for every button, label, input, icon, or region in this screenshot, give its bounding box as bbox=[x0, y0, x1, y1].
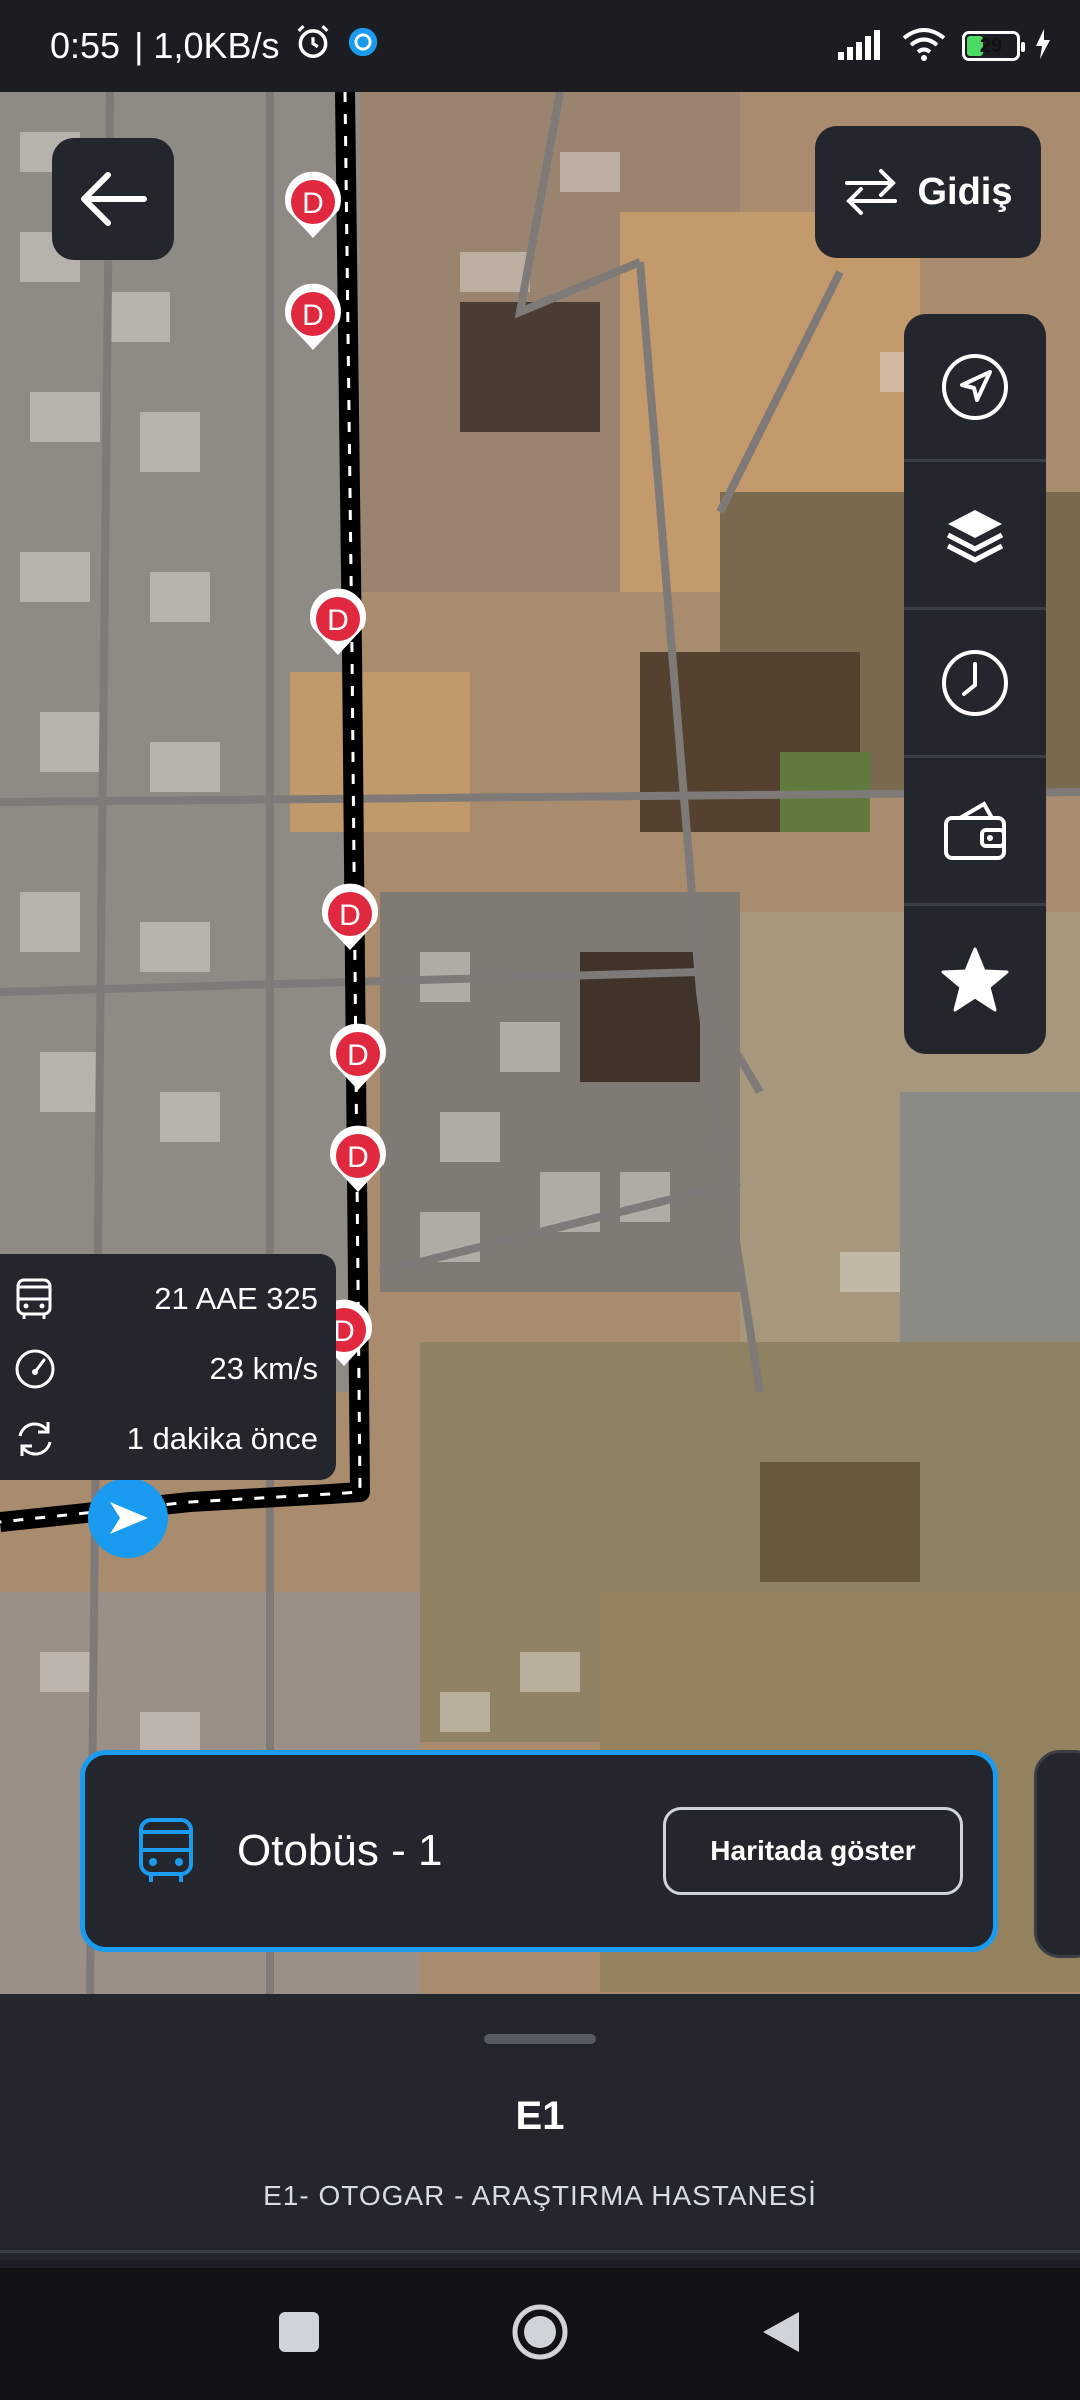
navigate-icon bbox=[942, 353, 1008, 420]
show-on-map-button[interactable]: Haritada göster bbox=[663, 1807, 963, 1895]
alarm-icon bbox=[294, 23, 332, 70]
speedometer-icon bbox=[15, 1349, 55, 1389]
svg-text:D: D bbox=[302, 187, 324, 220]
vehicle-info-popup[interactable]: 21 AAE 325 23 km/s 1 dakika önce bbox=[0, 1254, 336, 1480]
battery-icon: 29 bbox=[962, 31, 1025, 61]
vehicle-speed: 23 km/s bbox=[209, 1351, 318, 1386]
status-right: 29 bbox=[838, 26, 1052, 67]
fare-button[interactable] bbox=[904, 758, 1046, 906]
svg-text:D: D bbox=[339, 899, 361, 932]
bus-icon bbox=[16, 1278, 52, 1319]
arrow-left-icon bbox=[81, 172, 147, 226]
sheet-drag-handle[interactable] bbox=[484, 2034, 596, 2044]
circle-icon bbox=[512, 2304, 568, 2359]
map-view[interactable]: D D D D D D D Gidiş 21 AAE 325 23 km/s 1… bbox=[0, 92, 1080, 1994]
layers-icon bbox=[946, 509, 1004, 563]
signal-icon bbox=[838, 28, 886, 65]
layers-button[interactable] bbox=[904, 462, 1046, 610]
bus-icon bbox=[139, 1818, 193, 1882]
direction-label: Gidiş bbox=[917, 170, 1013, 213]
star-icon bbox=[941, 947, 1009, 1012]
wallet-icon bbox=[944, 800, 1006, 860]
vehicle-plate-row: 21 AAE 325 bbox=[14, 1264, 318, 1334]
route-bottom-sheet[interactable]: E1 E1- OTOGAR - ARAŞTIRMA HASTANESİ bbox=[0, 1994, 1080, 2260]
status-left: 0:55 | 1,0KB/s bbox=[50, 23, 380, 70]
swap-arrows-icon bbox=[845, 169, 898, 215]
divider bbox=[0, 2250, 1080, 2253]
vehicle-updated: 1 dakika önce bbox=[126, 1421, 318, 1456]
locate-button[interactable] bbox=[904, 314, 1046, 462]
app-notification-icon bbox=[346, 25, 380, 68]
refresh-icon bbox=[18, 1422, 52, 1456]
triangle-back-icon bbox=[763, 2311, 799, 2352]
route-code: E1 bbox=[515, 2094, 565, 2138]
bus-card-label: Otobüs - 1 bbox=[237, 1826, 443, 1875]
vehicle-speed-row: 23 km/s bbox=[14, 1334, 318, 1404]
bus-position-marker bbox=[88, 1478, 168, 1558]
svg-text:D: D bbox=[347, 1141, 369, 1174]
status-time: 0:55 bbox=[50, 25, 121, 66]
back-button[interactable] bbox=[52, 138, 174, 260]
svg-text:D: D bbox=[302, 299, 324, 332]
wifi-icon bbox=[900, 26, 948, 67]
svg-text:D: D bbox=[347, 1039, 369, 1072]
square-icon bbox=[279, 2311, 319, 2352]
next-bus-card[interactable] bbox=[1034, 1750, 1080, 1958]
route-name: E1- OTOGAR - ARAŞTIRMA HASTANESİ bbox=[263, 2180, 817, 2211]
system-nav-bar bbox=[0, 2268, 1080, 2400]
vehicle-plate: 21 AAE 325 bbox=[154, 1281, 318, 1316]
recents-button[interactable] bbox=[277, 2310, 321, 2359]
charging-icon bbox=[1034, 28, 1052, 64]
svg-text:D: D bbox=[327, 604, 349, 637]
svg-text:D: D bbox=[333, 1315, 355, 1348]
map-tools-panel bbox=[904, 314, 1046, 1054]
direction-toggle-button[interactable]: Gidiş bbox=[815, 126, 1041, 258]
home-button[interactable] bbox=[511, 2303, 569, 2366]
battery-level: 29 bbox=[979, 34, 1003, 57]
network-speed: | 1,0KB/s bbox=[134, 25, 280, 66]
bus-card[interactable]: Otobüs - 1 Haritada göster bbox=[80, 1750, 998, 1952]
clock-icon bbox=[942, 649, 1008, 716]
favorite-button[interactable] bbox=[904, 906, 1046, 1054]
status-bar: 0:55 | 1,0KB/s 29 bbox=[0, 0, 1080, 92]
back-nav-button[interactable] bbox=[759, 2308, 803, 2361]
schedule-button[interactable] bbox=[904, 610, 1046, 758]
vehicle-updated-row: 1 dakika önce bbox=[14, 1404, 318, 1474]
